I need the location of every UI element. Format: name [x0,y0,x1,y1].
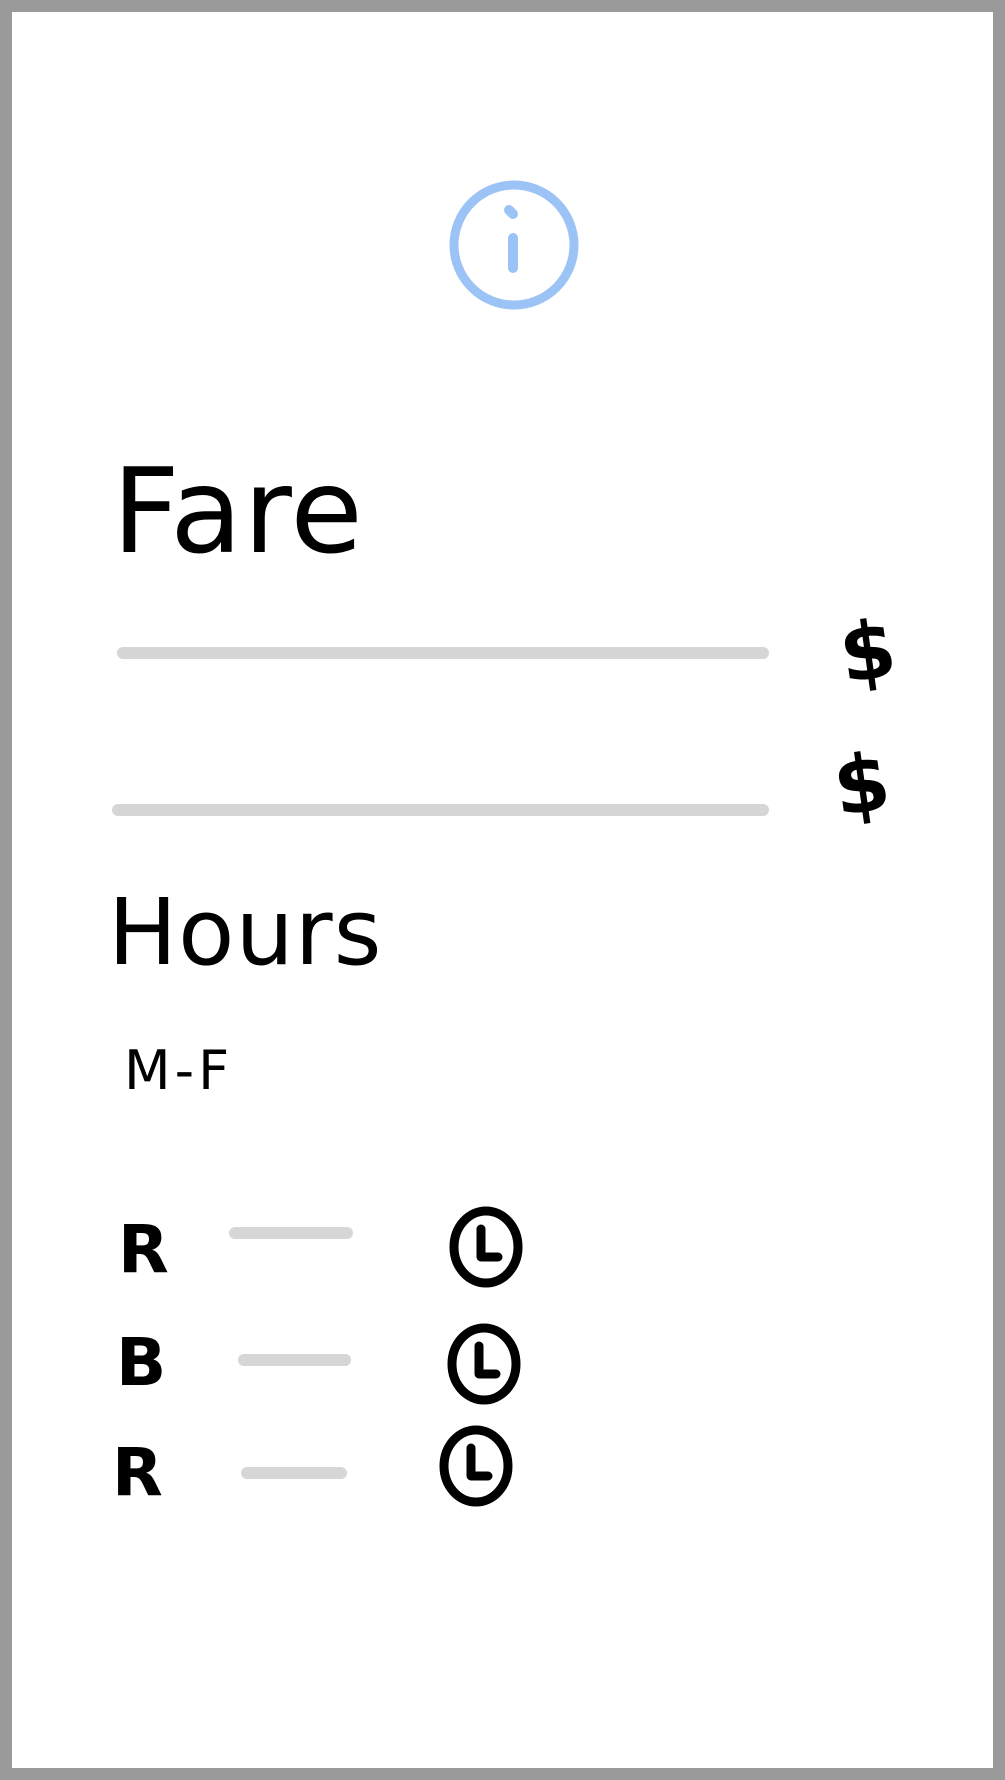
clock-icon[interactable] [448,1205,524,1289]
hours-input-field[interactable] [238,1354,351,1366]
hours-row-label: R [112,1434,163,1511]
dollar-sign: $ [827,734,896,835]
clock-icon[interactable] [446,1322,522,1406]
hours-row-label: R [118,1211,169,1288]
fare-input-field[interactable] [117,647,769,659]
fare-heading: Fare [112,442,364,580]
hours-row-label: B [116,1324,167,1401]
hours-heading: Hours [108,879,383,986]
info-icon[interactable] [447,178,581,312]
fare-input-field[interactable] [112,804,769,816]
hours-input-field[interactable] [241,1467,347,1479]
dollar-sign: $ [833,601,902,702]
screen-frame: Fare $ $ Hours M-F R B R [12,12,993,1768]
hours-input-field[interactable] [229,1227,353,1239]
clock-icon[interactable] [438,1424,514,1508]
days-label: M-F [124,1039,234,1102]
